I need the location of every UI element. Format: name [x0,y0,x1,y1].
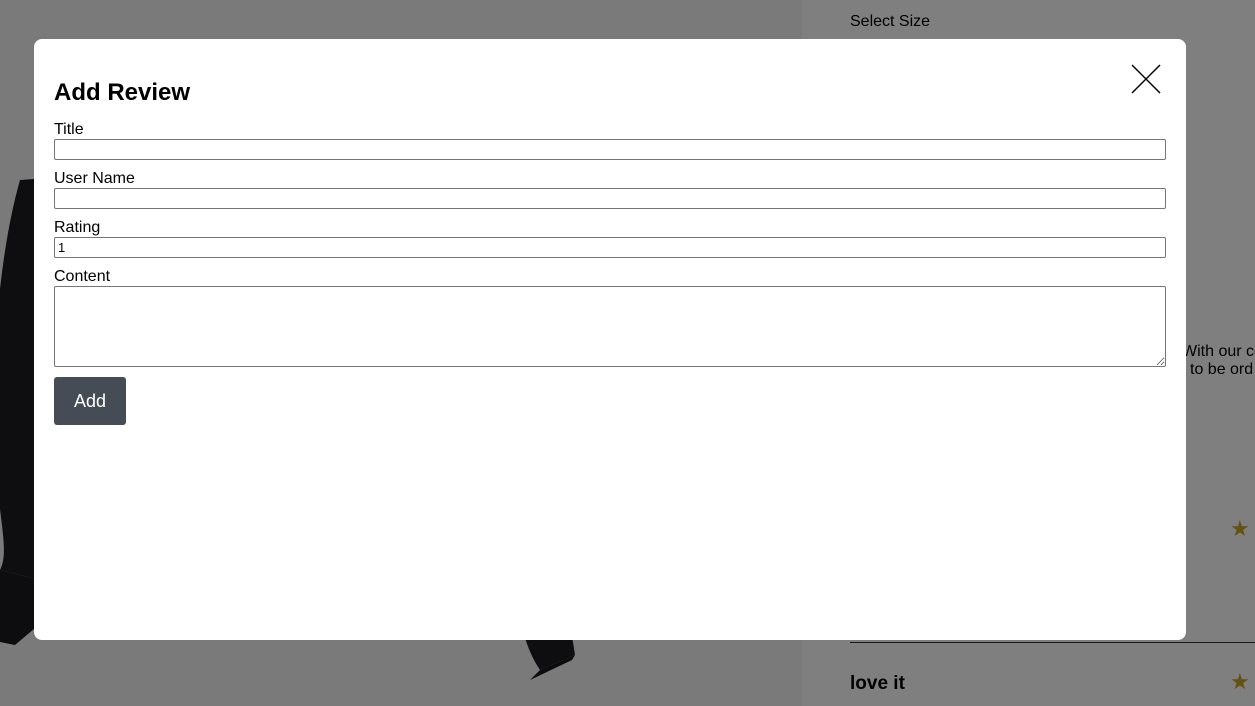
username-input[interactable] [54,188,1166,209]
title-label: Title [54,121,84,138]
content-textarea[interactable] [54,286,1166,367]
content-label: Content [54,268,111,285]
close-icon[interactable] [1130,63,1162,95]
add-button[interactable]: Add [54,377,126,425]
rating-input[interactable] [54,237,1166,258]
dialog-title: Add Review [54,79,191,106]
add-review-dialog: Add Review Title User Name Rating Conten… [34,39,1186,640]
title-input[interactable] [54,139,1166,160]
rating-label: Rating [54,219,101,236]
username-label: User Name [54,170,135,187]
